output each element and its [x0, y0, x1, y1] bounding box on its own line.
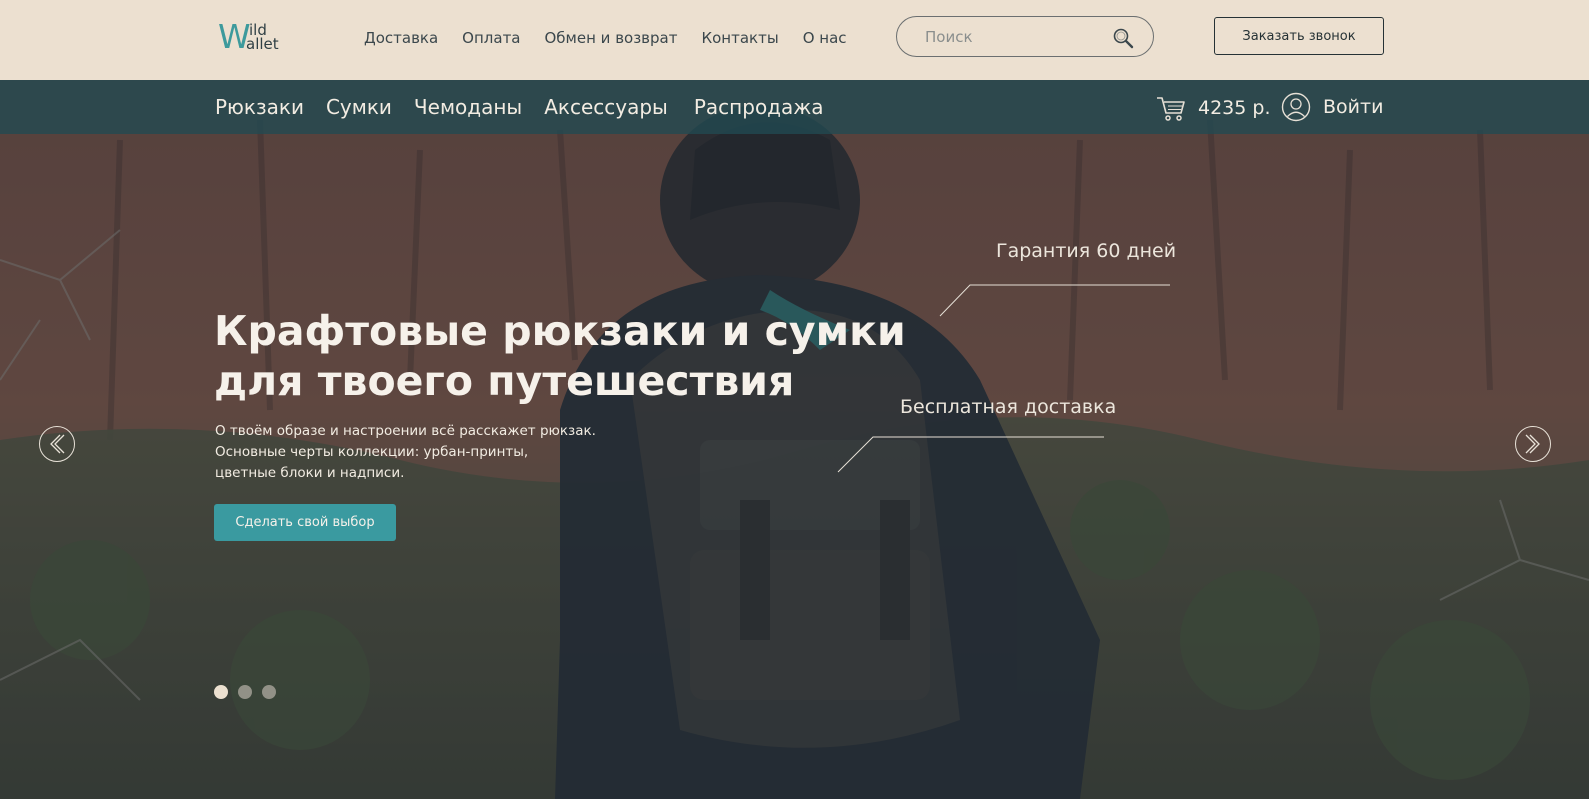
- chevron-right-icon: [1525, 434, 1540, 454]
- slider-dots: [214, 685, 286, 699]
- nav-link-about[interactable]: О нас: [803, 28, 847, 48]
- search-box: [896, 16, 1154, 57]
- hero-title-line-1: Крафтовые рюкзаки и сумки: [214, 307, 906, 355]
- category-nav: Рюкзаки Сумки Чемоданы Аксессуары Распро…: [0, 80, 1589, 134]
- nav-link-contacts[interactable]: Контакты: [701, 28, 778, 48]
- user-icon: [1281, 92, 1311, 122]
- slider-prev-button[interactable]: [39, 426, 75, 462]
- slider-dot-2[interactable]: [238, 685, 252, 699]
- category-suitcases[interactable]: Чемоданы: [414, 95, 522, 119]
- slider-dot-3[interactable]: [262, 685, 276, 699]
- hero-title-line-2: для твоего путешествия: [214, 357, 795, 405]
- chevron-left-icon: [50, 434, 65, 454]
- slider-dot-1[interactable]: [214, 685, 228, 699]
- search-icon[interactable]: [1111, 26, 1135, 50]
- logo[interactable]: W ild allet: [218, 18, 284, 58]
- callout-free-delivery: Бесплатная доставка: [900, 396, 1117, 418]
- hero-description-line-3: цветные блоки и надписи.: [215, 465, 405, 481]
- search-input[interactable]: [925, 26, 1105, 48]
- nav-link-payment[interactable]: Оплата: [462, 28, 520, 48]
- nav-link-returns[interactable]: Обмен и возврат: [545, 28, 678, 48]
- top-bar: W ild allet Доставка Оплата Обмен и возв…: [0, 0, 1589, 80]
- cart[interactable]: 4235 р.: [1156, 94, 1271, 122]
- callout-guarantee: Гарантия 60 дней: [996, 240, 1177, 262]
- hero-description-line-1: О твоём образе и настроении всё расскаже…: [215, 423, 596, 439]
- login-label: Войти: [1323, 96, 1384, 118]
- hero-title: Крафтовые рюкзаки и сумки для твоего пут…: [214, 306, 914, 406]
- request-call-button[interactable]: Заказать звонок: [1214, 17, 1384, 55]
- hero-description-line-2: Основные черты коллекции: урбан-принты,: [215, 444, 529, 460]
- category-list: Рюкзаки Сумки Чемоданы Аксессуары Распро…: [215, 95, 846, 119]
- cart-icon: [1157, 97, 1185, 121]
- top-nav: Доставка Оплата Обмен и возврат Контакты…: [364, 28, 871, 48]
- login-link[interactable]: Войти: [1281, 92, 1383, 122]
- make-your-choice-button[interactable]: Сделать свой выбор: [214, 504, 396, 541]
- category-bags[interactable]: Сумки: [326, 95, 392, 119]
- hero-description: О твоём образе и настроении всё расскаже…: [215, 421, 596, 484]
- category-sale[interactable]: Распродажа: [694, 95, 824, 119]
- category-accessories[interactable]: Аксессуары: [544, 95, 668, 119]
- cart-total: 4235 р.: [1198, 97, 1271, 119]
- nav-link-delivery[interactable]: Доставка: [364, 28, 438, 48]
- category-backpacks[interactable]: Рюкзаки: [215, 95, 304, 119]
- logo-text-bottom: allet: [246, 35, 279, 53]
- slider-next-button[interactable]: [1515, 426, 1551, 462]
- hero-banner: Рюкзаки Сумки Чемоданы Аксессуары Распро…: [0, 80, 1589, 799]
